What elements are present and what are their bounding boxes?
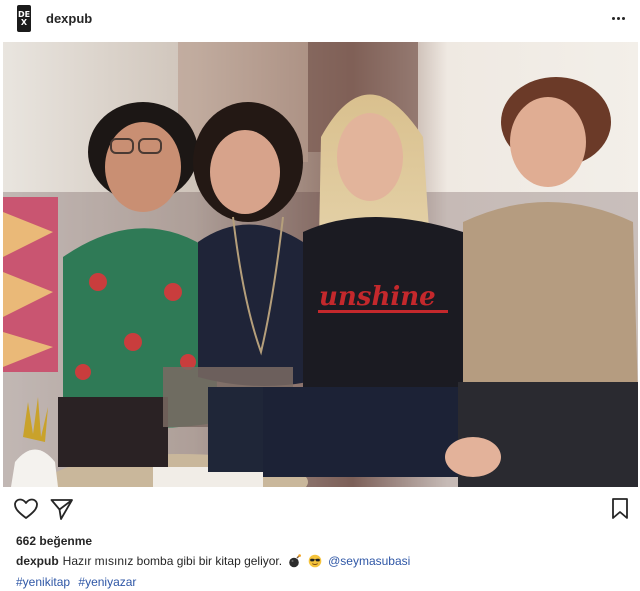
post-photo[interactable]: unshine <box>3 42 638 487</box>
post-username[interactable]: dexpub <box>46 11 92 26</box>
likes-label: beğenme <box>39 534 93 548</box>
likes-count[interactable]: 662 beğenme <box>16 534 92 548</box>
bomb-emoji <box>289 554 301 568</box>
more-dot <box>611 16 615 20</box>
beige-sweater <box>463 202 638 398</box>
caption-username[interactable]: dexpub <box>16 554 59 568</box>
more-dot <box>616 16 620 20</box>
bookmark-icon[interactable] <box>606 495 634 523</box>
shirt-text: unshine <box>319 282 436 312</box>
more-horizontal-icon[interactable] <box>606 8 630 28</box>
caption-mention[interactable]: @seymasubasi <box>328 554 410 568</box>
hashtag-link[interactable]: #yenikitap <box>16 575 70 589</box>
heart-icon[interactable] <box>12 495 40 523</box>
hashtag-link[interactable]: #yeniyazar <box>78 575 136 589</box>
more-dot <box>621 16 625 20</box>
post-caption: dexpub Hazır mısınız bomba gibi bir kita… <box>16 554 410 568</box>
post-header: DE X dexpub <box>0 0 640 40</box>
instagram-post: DE X dexpub unshine 662 beğenme dexpub H… <box>0 0 640 591</box>
photo-illustration: unshine <box>3 42 638 487</box>
caption-text: Hazır mısınız bomba gibi bir kitap geliy… <box>62 554 283 568</box>
sunglasses-emoji <box>308 554 322 568</box>
likes-number: 662 <box>16 534 37 548</box>
avatar-text-bottom: X <box>20 17 28 27</box>
navy-dress <box>198 224 308 386</box>
send-icon[interactable] <box>48 495 76 523</box>
hashtags: #yenikitap #yeniyazar <box>16 575 141 589</box>
avatar[interactable]: DE X <box>17 5 31 32</box>
post-actions <box>0 495 640 525</box>
